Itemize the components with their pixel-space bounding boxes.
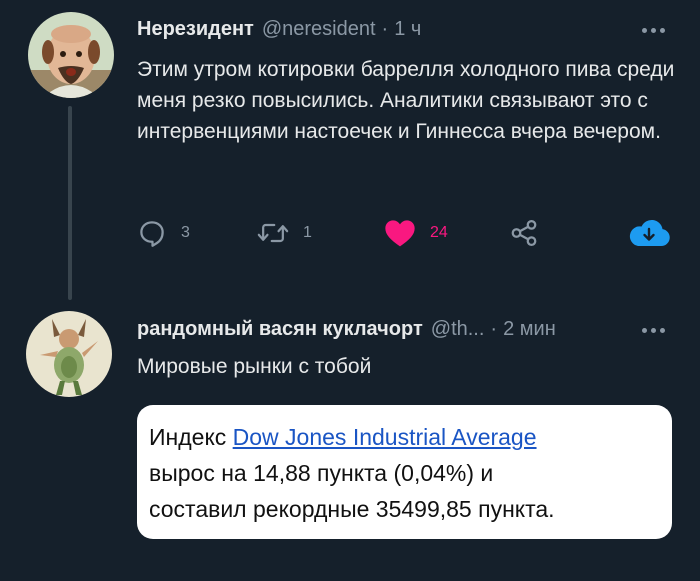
tweet-header: Нерезидент @neresident · 1 ч — [137, 14, 421, 44]
dow-jones-link[interactable]: Dow Jones Industrial Average — [233, 424, 537, 450]
separator: · — [381, 17, 389, 40]
action-bar: 3 1 24 — [137, 215, 677, 251]
timestamp[interactable]: 1 ч — [394, 18, 421, 41]
embed-line-3: составил рекордные 35499,85 пункта. — [149, 496, 555, 522]
share-button[interactable] — [509, 215, 539, 251]
timestamp[interactable]: 2 мин — [503, 318, 556, 341]
embed-line-1: Индекс Dow Jones Industrial Average — [149, 419, 672, 455]
more-icon[interactable] — [638, 20, 668, 40]
reply-button[interactable]: 3 — [137, 215, 190, 251]
tweet-main[interactable]: Нерезидент @neresident · 1 ч Этим утром … — [0, 0, 700, 300]
tweet-reply[interactable]: рандомный васян куклачорт @th... · 2 мин… — [0, 300, 700, 581]
display-name[interactable]: Нерезидент — [137, 18, 254, 41]
heart-icon — [385, 220, 415, 247]
reply-icon — [140, 221, 164, 247]
avatar[interactable] — [28, 12, 114, 98]
handle[interactable]: @th... — [431, 318, 485, 341]
cloud-download-icon — [629, 219, 670, 247]
like-count: 24 — [430, 224, 448, 241]
display-name[interactable]: рандомный васян куклачорт — [137, 318, 423, 341]
avatar-image — [26, 311, 112, 397]
retweet-count: 1 — [303, 224, 312, 241]
tweet-text: Этим утром котировки баррелля холодного … — [137, 58, 675, 143]
more-icon[interactable] — [638, 320, 668, 340]
thread-line — [68, 106, 72, 300]
handle[interactable]: @neresident — [262, 18, 376, 41]
download-button[interactable] — [627, 215, 671, 251]
embed-line-2: вырос на 14,88 пункта (0,04%) и — [149, 460, 494, 486]
tweet-header: рандомный васян куклачорт @th... · 2 мин — [137, 314, 556, 344]
retweet-button[interactable]: 1 — [257, 215, 312, 251]
share-icon — [511, 220, 537, 246]
like-button[interactable]: 24 — [384, 215, 448, 251]
retweet-icon — [257, 223, 289, 243]
avatar-image — [28, 12, 114, 98]
embedded-image[interactable]: Индекс Dow Jones Industrial Average выро… — [137, 405, 672, 539]
reply-count: 3 — [181, 224, 190, 241]
separator: · — [490, 317, 498, 340]
avatar[interactable] — [26, 311, 112, 397]
embed-prefix: Индекс — [149, 424, 233, 450]
tweet-text: Мировые рынки с тобой — [137, 355, 372, 378]
